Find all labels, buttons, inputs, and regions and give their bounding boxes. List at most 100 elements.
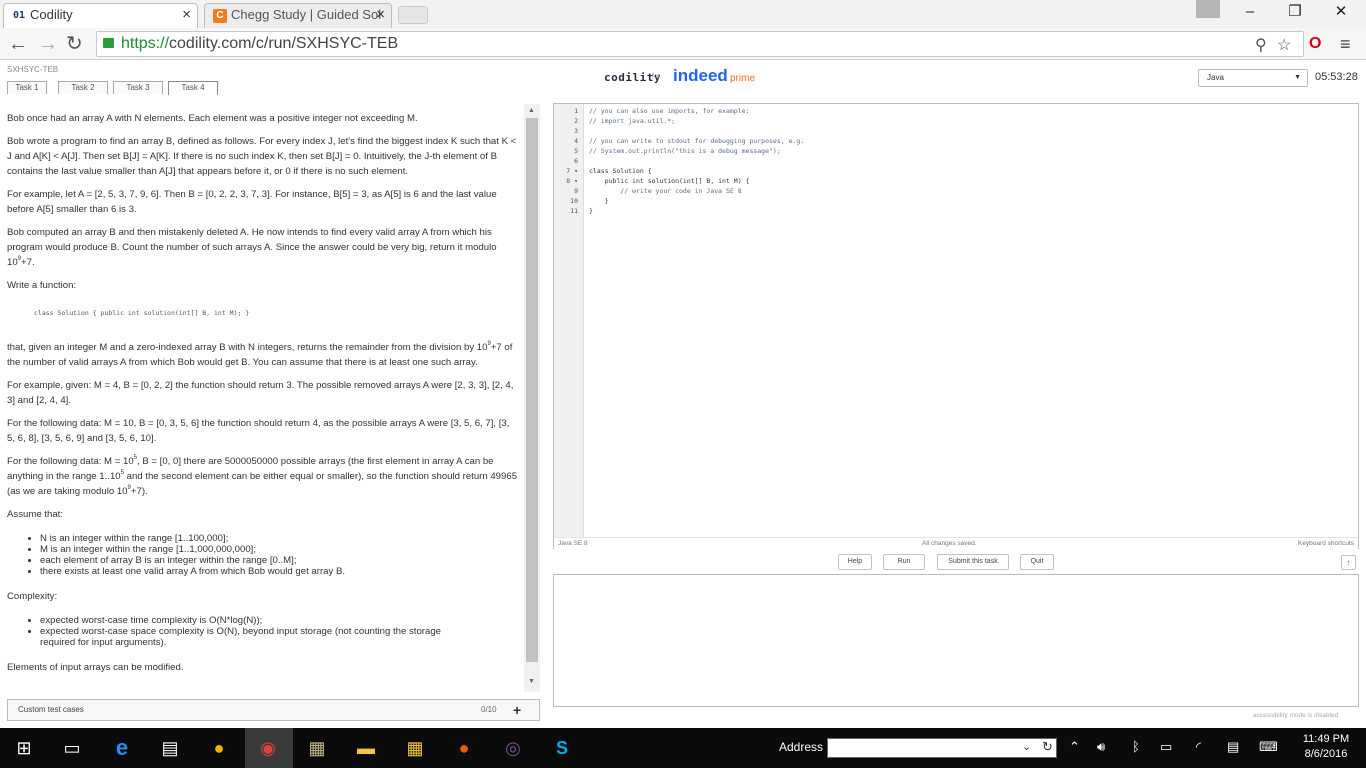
clock-time: 11:49 PM [1302, 733, 1350, 745]
volume-icon[interactable]: 🔊︎ [1097, 739, 1105, 755]
countdown-timer: 05:53:28 [1315, 71, 1358, 83]
windows-taskbar: ⊞ ▭ e ▤ ● ◉ ▦ ▬ ▦ ● ◎ S Address ⌄ ↻ ⌃ 🔊︎… [0, 728, 1366, 768]
viber-icon[interactable]: ◎ [501, 736, 525, 760]
code-line[interactable]: public int solution(int[] B, int M) { [589, 177, 750, 185]
accessibility-status: accessibility mode is disabled [1253, 712, 1339, 719]
tab-task-1[interactable]: Task 1 [7, 81, 47, 94]
battery-icon[interactable]: ▭ [1160, 739, 1172, 755]
windows-start-icon[interactable]: ⊞ [12, 736, 36, 760]
tab-task-2[interactable]: Task 2 [58, 81, 108, 94]
paragraph: Assume that: [7, 509, 63, 520]
address-bar[interactable]: https://codility.com/c/run/SXHSYC-TEB ⚲ … [96, 31, 1321, 57]
code-line[interactable]: // write your code in Java SE 8 [589, 187, 741, 195]
line-number: 6 [574, 157, 578, 165]
edge-icon[interactable]: e [110, 736, 134, 760]
code-line[interactable]: } [589, 197, 609, 205]
run-button[interactable]: Run [883, 554, 925, 570]
notepad-app-icon[interactable]: ▦ [305, 736, 329, 760]
taskbar-address-input[interactable]: ⌄ ↻ [827, 738, 1057, 758]
close-tab-icon[interactable]: × [376, 4, 385, 26]
line-number: 10 [570, 197, 578, 205]
tab-task-3[interactable]: Task 3 [113, 81, 163, 94]
language-select[interactable]: Java ▼ [1198, 69, 1308, 87]
file-explorer-icon[interactable]: ▬ [354, 736, 378, 760]
apps-grid-icon[interactable]: ▦ [403, 736, 427, 760]
paragraph: Complexity: [7, 591, 58, 602]
restore-icon[interactable]: ❐ [1272, 0, 1318, 24]
code-line[interactable]: // you can write to stdout for debugging… [589, 137, 804, 145]
keyboard-icon[interactable]: ⌨ [1259, 739, 1278, 755]
test-case-count: 0/10 [481, 705, 497, 714]
code-line[interactable]: class Solution { [589, 167, 652, 175]
store-icon[interactable]: ▤ [158, 736, 182, 760]
photos-app-icon[interactable]: ● [207, 736, 231, 760]
task-session-id: SXHSYC-TEB [7, 65, 59, 74]
list-item: there exists at least one valid array A … [40, 566, 519, 577]
task-view-icon[interactable]: ▭ [60, 736, 84, 760]
browser-tab-strip: 01 Codility × C Chegg Study | Guided Sol… [0, 0, 1366, 28]
chegg-favicon-icon: C [213, 9, 227, 23]
refresh-icon[interactable]: ↻ [1042, 739, 1053, 755]
back-icon[interactable]: ← [8, 32, 28, 56]
close-window-icon[interactable]: ✕ [1318, 0, 1364, 24]
task-scrollbar[interactable]: ▲ ▼ [524, 104, 540, 692]
scrollbar-thumb[interactable] [526, 118, 538, 662]
list-item: each element of array B is an integer wi… [40, 555, 519, 566]
close-tab-icon[interactable]: × [182, 4, 191, 26]
line-number: 11 [570, 207, 578, 215]
save-status: All changes saved. [922, 540, 977, 547]
profile-icon[interactable] [1196, 0, 1220, 18]
output-console [553, 574, 1359, 707]
url-text: https://codility.com/c/run/SXHSYC-TEB [121, 35, 399, 52]
code-line[interactable]: // import java.util.*; [589, 117, 675, 125]
new-tab-button[interactable] [398, 6, 428, 24]
line-number: 7 ▾ [566, 167, 578, 175]
function-signature: class Solution { public int solution(int… [34, 309, 250, 317]
code-editor[interactable]: 1 2 3 4 5 6 7 ▾ 8 ▾ 9 10 11 // you can also use im… [553, 103, 1359, 549]
wifi-icon[interactable]: ◜ [1196, 739, 1201, 755]
code-line[interactable]: // System.out.println("this is a debug m… [589, 147, 781, 155]
paragraph: Bob once had an array A with N elements.… [7, 113, 418, 124]
quit-button[interactable]: Quit [1020, 554, 1054, 570]
tab-chegg[interactable]: C Chegg Study | Guided Sol × [204, 3, 392, 28]
line-number: 2 [574, 117, 578, 125]
chrome-icon[interactable]: ◉ [256, 736, 280, 760]
code-line[interactable]: } [589, 207, 593, 215]
skype-icon[interactable]: S [550, 736, 574, 760]
line-number: 3 [574, 127, 578, 135]
chevron-down-icon[interactable]: ⌄ [1022, 740, 1031, 753]
paragraph: Bob computed an array B and then mistake… [7, 227, 497, 268]
scroll-up-icon[interactable]: ▲ [528, 107, 535, 114]
tray-expand-icon[interactable]: ⌃ [1069, 739, 1080, 755]
forward-icon[interactable]: → [38, 32, 58, 56]
submit-task-button[interactable]: Submit this task [937, 554, 1009, 570]
add-test-case-button[interactable]: + [513, 700, 521, 720]
opera-extension-icon[interactable]: O [1309, 35, 1321, 53]
zoom-icon[interactable]: ⚲ [1255, 35, 1267, 55]
indeed-logo: indeed [673, 66, 728, 85]
code-line[interactable]: // you can also use imports, for example… [589, 107, 749, 115]
minimize-icon[interactable]: – [1227, 0, 1273, 24]
paragraph: Bob wrote a program to find an array B, … [7, 136, 517, 177]
bluetooth-icon[interactable]: ᛒ [1132, 739, 1140, 754]
browser-menu-icon[interactable]: ≡ [1340, 34, 1351, 55]
taskbar-address-label: Address [779, 740, 824, 754]
task-description: Bob once had an array A with N elements.… [7, 111, 519, 683]
expand-console-icon[interactable]: ↑ [1341, 555, 1356, 570]
system-clock[interactable]: 11:49 PM 8/6/2016 [1296, 732, 1356, 762]
custom-test-cases-bar[interactable]: Custom test cases 0/10 + [7, 699, 540, 721]
keyboard-shortcuts-link[interactable]: Keyboard shortcuts [1298, 538, 1354, 550]
tab-task-4[interactable]: Task 4 [168, 81, 218, 95]
bookmark-star-icon[interactable]: ☆ [1277, 35, 1291, 55]
reload-icon[interactable]: ↻ [66, 32, 83, 56]
chevron-down-icon: ▼ [1294, 74, 1301, 81]
paragraph: For the following data: M = 10, B = [0, … [7, 418, 510, 444]
tab-codility[interactable]: 01 Codility × [3, 3, 198, 28]
scroll-down-icon[interactable]: ▼ [528, 678, 535, 685]
firefox-icon[interactable]: ● [452, 736, 476, 760]
assumptions-list: N is an integer within the range [1..100… [40, 533, 519, 577]
notifications-icon[interactable]: ▤ [1227, 739, 1239, 755]
help-button[interactable]: Help [838, 554, 872, 570]
custom-test-cases-label: Custom test cases [18, 705, 84, 714]
line-number: 1 [574, 107, 578, 115]
